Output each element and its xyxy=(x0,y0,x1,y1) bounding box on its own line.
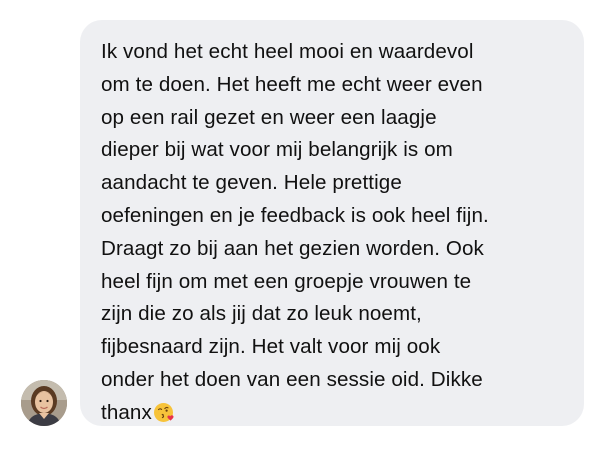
message-body: Ik vond het echt heel mooi en waardevol … xyxy=(101,40,489,424)
face-blowing-a-kiss-icon xyxy=(153,402,174,422)
avatar-photo-icon xyxy=(21,380,67,426)
sender-avatar[interactable] xyxy=(21,380,67,426)
message-bubble[interactable]: Ik vond het echt heel mooi en waardevol … xyxy=(80,20,584,426)
chat-thread: Ik vond het echt heel mooi en waardevol … xyxy=(0,0,610,454)
message-text: Ik vond het echt heel mooi en waardevol … xyxy=(101,36,566,430)
